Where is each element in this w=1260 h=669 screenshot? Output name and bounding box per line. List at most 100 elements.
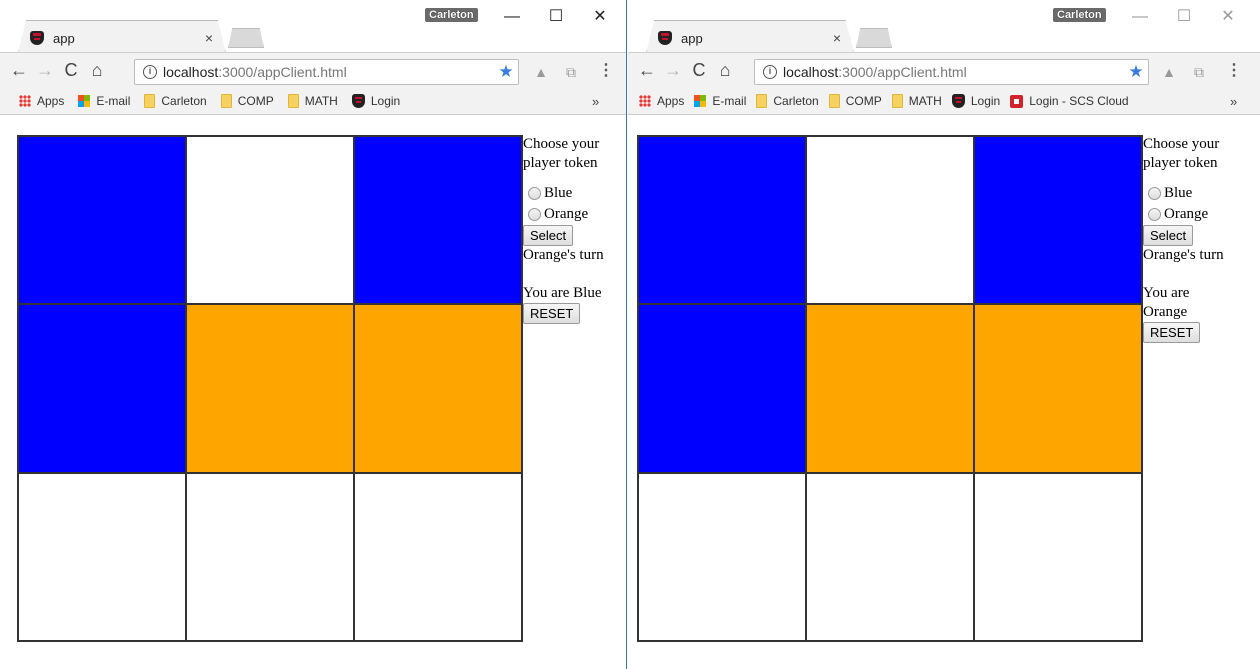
new-tab-button[interactable] bbox=[228, 28, 264, 48]
board-cell[interactable] bbox=[186, 304, 354, 473]
microsoft-icon bbox=[78, 95, 91, 107]
home-icon[interactable]: ⌂ bbox=[712, 60, 738, 81]
blue-radio[interactable] bbox=[1148, 187, 1161, 200]
tab-app[interactable]: app × bbox=[658, 28, 844, 48]
bookmark-star-icon[interactable]: ★ bbox=[494, 62, 518, 82]
info-icon[interactable]: i bbox=[763, 65, 777, 79]
board-cell[interactable] bbox=[18, 136, 186, 305]
maximize-icon[interactable]: ☐ bbox=[534, 4, 578, 30]
microsoft-icon bbox=[694, 95, 707, 107]
menu-dots-icon[interactable]: ⋮ bbox=[1226, 61, 1242, 81]
pdf-extension-icon[interactable]: ⧉ bbox=[1190, 63, 1208, 81]
pdf-extension-icon[interactable]: ⧉ bbox=[562, 63, 580, 81]
board-cell[interactable] bbox=[974, 472, 1142, 641]
option-blue[interactable]: Blue bbox=[523, 183, 623, 204]
option-blue[interactable]: Blue bbox=[1143, 183, 1243, 204]
window-controls: — ☐ ✕ bbox=[490, 4, 622, 30]
menu-dots-icon[interactable]: ⋮ bbox=[598, 61, 614, 81]
info-icon[interactable]: i bbox=[143, 65, 157, 79]
board-cell[interactable] bbox=[638, 136, 806, 305]
board-cell[interactable] bbox=[638, 472, 806, 641]
bookmark-login[interactable]: Login bbox=[351, 94, 400, 108]
bookmark-email[interactable]: E-mail bbox=[694, 94, 746, 108]
minimize-icon[interactable]: — bbox=[490, 4, 534, 30]
turn-status: Orange's turn bbox=[523, 247, 604, 263]
board-cell[interactable] bbox=[354, 136, 522, 305]
blue-radio[interactable] bbox=[528, 187, 541, 200]
bookmark-apps[interactable]: Apps bbox=[19, 94, 64, 108]
profile-badge[interactable]: Carleton bbox=[1053, 8, 1106, 22]
title-bar[interactable]: app × Carleton — ☐ ✕ bbox=[0, 0, 626, 52]
tab-close-icon[interactable]: × bbox=[202, 30, 216, 46]
more-bookmarks-icon[interactable]: » bbox=[1230, 94, 1237, 109]
page-content: Choose your player token Blue Orange Sel… bbox=[0, 116, 626, 669]
apps-grid-icon bbox=[19, 95, 31, 107]
bookmark-comp[interactable]: COMP bbox=[828, 94, 882, 108]
game-board bbox=[637, 135, 1143, 642]
tab-title: app bbox=[53, 30, 75, 46]
board-cell[interactable] bbox=[974, 304, 1142, 473]
bookmark-math[interactable]: MATH bbox=[891, 94, 942, 108]
bookmark-login[interactable]: Login bbox=[951, 94, 1000, 108]
board-cell[interactable] bbox=[354, 304, 522, 473]
option-orange[interactable]: Orange bbox=[523, 204, 623, 225]
back-arrow-icon[interactable]: ← bbox=[6, 60, 32, 81]
minimize-icon[interactable]: — bbox=[1118, 4, 1162, 30]
page-content: Choose your player token Blue Orange Sel… bbox=[628, 116, 1260, 669]
window-controls: — ☐ ✕ bbox=[1118, 4, 1250, 30]
url-text[interactable]: localhost:3000/appClient.html bbox=[783, 64, 1124, 80]
board-cell[interactable] bbox=[974, 136, 1142, 305]
control-panel: Choose your player token Blue Orange Sel… bbox=[523, 135, 623, 324]
browser-toolbar: ← → C ⌂ i localhost:3000/appClient.html … bbox=[628, 52, 1260, 88]
close-icon[interactable]: ✕ bbox=[578, 4, 622, 30]
url-text[interactable]: localhost:3000/appClient.html bbox=[163, 64, 494, 80]
new-tab-button[interactable] bbox=[856, 28, 892, 48]
bookmark-star-icon[interactable]: ★ bbox=[1124, 62, 1148, 82]
desktop: app × Carleton — ☐ ✕ ← → C ⌂ i localhost… bbox=[0, 0, 1260, 669]
home-icon[interactable]: ⌂ bbox=[84, 60, 110, 81]
board-cell[interactable] bbox=[186, 472, 354, 641]
board-cell[interactable] bbox=[806, 304, 974, 473]
bookmarks-bar: Apps E-mail Carleton COMP MATH Login » bbox=[0, 88, 626, 115]
back-arrow-icon[interactable]: ← bbox=[634, 60, 660, 81]
bookmark-math[interactable]: MATH bbox=[287, 94, 338, 108]
bookmark-scs-cloud[interactable]: Login - SCS Cloud bbox=[1010, 94, 1129, 108]
bookmark-apps[interactable]: Apps bbox=[639, 94, 684, 108]
board-cell[interactable] bbox=[806, 136, 974, 305]
profile-badge[interactable]: Carleton bbox=[425, 8, 478, 22]
browser-toolbar: ← → C ⌂ i localhost:3000/appClient.html … bbox=[0, 52, 626, 88]
reload-icon[interactable]: C bbox=[58, 60, 84, 81]
title-bar[interactable]: app × Carleton — ☐ ✕ bbox=[628, 0, 1260, 52]
tab-close-icon[interactable]: × bbox=[830, 30, 844, 46]
forward-arrow-icon[interactable]: → bbox=[32, 60, 58, 81]
bookmark-comp[interactable]: COMP bbox=[220, 94, 274, 108]
board-cell[interactable] bbox=[806, 472, 974, 641]
more-bookmarks-icon[interactable]: » bbox=[592, 94, 599, 109]
board-cell[interactable] bbox=[354, 472, 522, 641]
option-orange[interactable]: Orange bbox=[1143, 204, 1243, 225]
close-icon[interactable]: ✕ bbox=[1206, 4, 1250, 30]
board-cell[interactable] bbox=[18, 304, 186, 473]
address-bar[interactable]: i localhost:3000/appClient.html ★ bbox=[134, 59, 519, 85]
board-cell[interactable] bbox=[18, 472, 186, 641]
orange-radio[interactable] bbox=[528, 208, 541, 221]
forward-arrow-icon[interactable]: → bbox=[660, 60, 686, 81]
drive-extension-icon[interactable]: ▲ bbox=[532, 63, 550, 81]
board-cell[interactable] bbox=[638, 304, 806, 473]
reset-button[interactable]: RESET bbox=[523, 303, 581, 324]
apps-grid-icon bbox=[639, 95, 651, 107]
bookmark-email[interactable]: E-mail bbox=[78, 94, 130, 108]
drive-extension-icon[interactable]: ▲ bbox=[1160, 63, 1178, 81]
select-button[interactable]: Select bbox=[1143, 225, 1194, 246]
reload-icon[interactable]: C bbox=[686, 60, 712, 81]
folder-icon bbox=[144, 94, 156, 108]
maximize-icon[interactable]: ☐ bbox=[1162, 4, 1206, 30]
orange-radio[interactable] bbox=[1148, 208, 1161, 221]
board-cell[interactable] bbox=[186, 136, 354, 305]
reset-button[interactable]: RESET bbox=[1143, 322, 1201, 343]
address-bar[interactable]: i localhost:3000/appClient.html ★ bbox=[754, 59, 1149, 85]
tab-app[interactable]: app × bbox=[30, 28, 216, 48]
bookmark-carleton[interactable]: Carleton bbox=[756, 94, 819, 108]
select-button[interactable]: Select bbox=[523, 225, 574, 246]
bookmark-carleton[interactable]: Carleton bbox=[144, 94, 207, 108]
